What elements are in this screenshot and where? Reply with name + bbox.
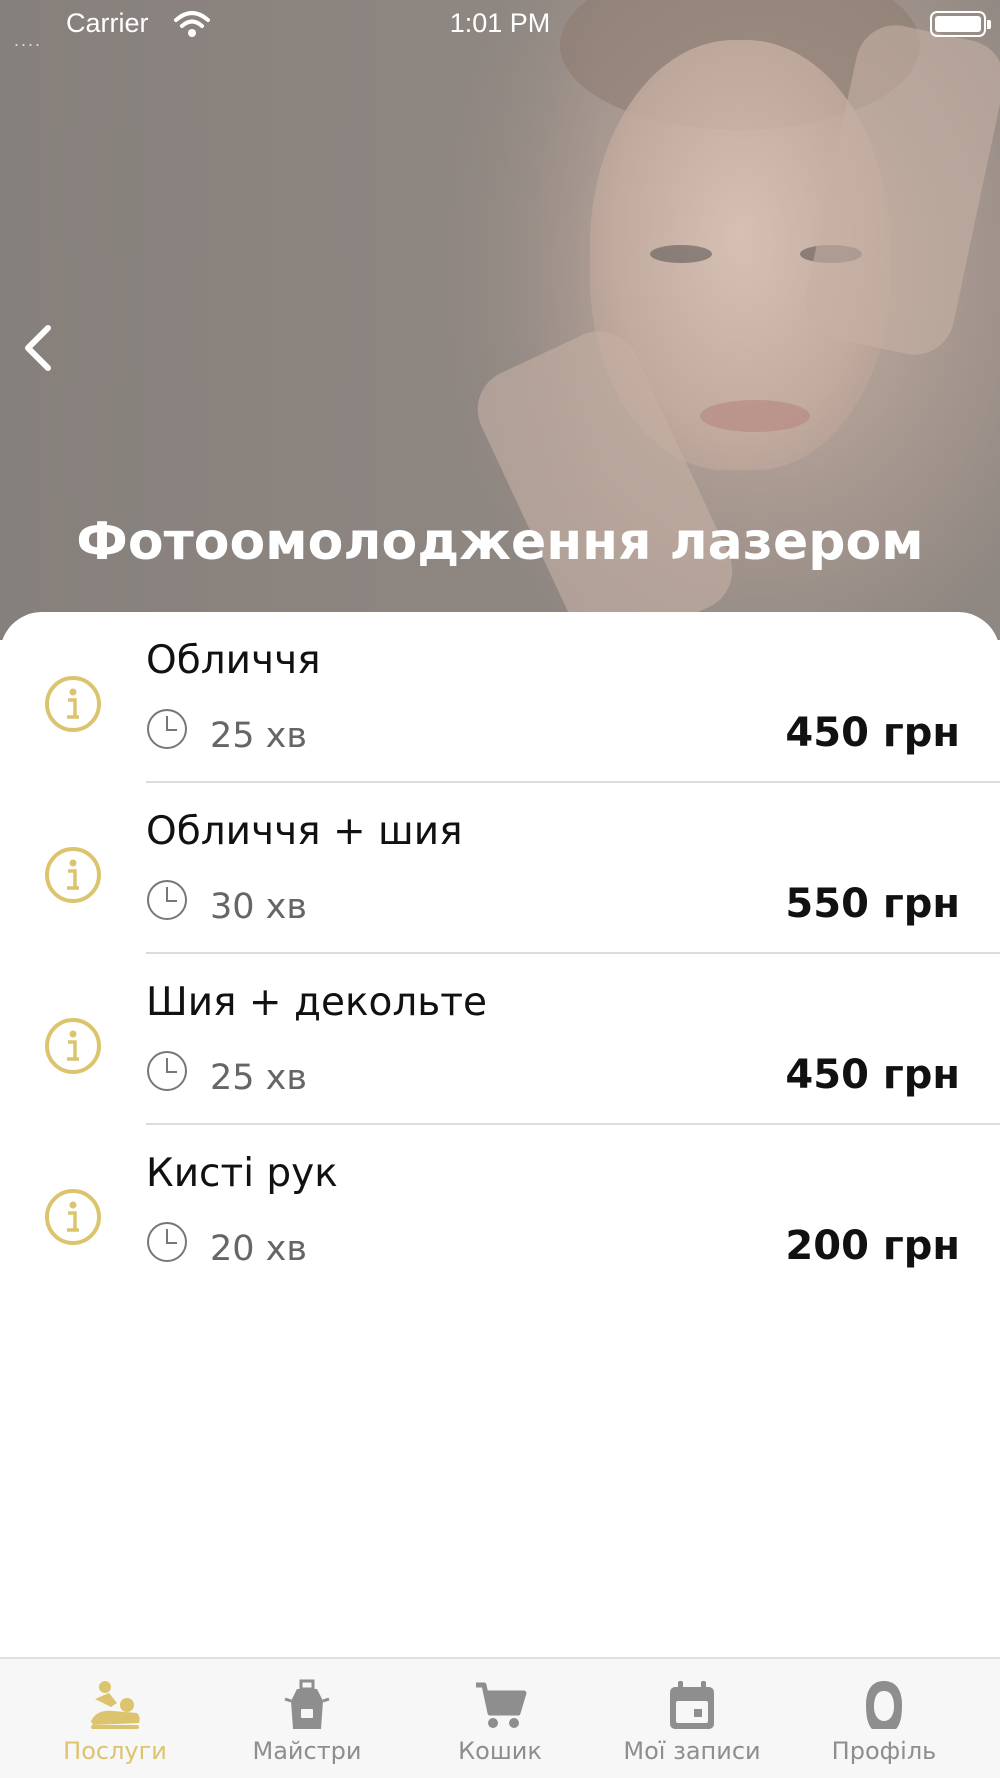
status-time: 1:01 PM xyxy=(449,8,551,38)
clock-icon xyxy=(147,709,187,749)
tab-label: Профіль xyxy=(831,1737,937,1765)
service-item[interactable]: Кисті рук 20 хв 200 грн xyxy=(0,1125,1000,1296)
info-icon[interactable] xyxy=(44,1017,102,1075)
service-price: 450 грн xyxy=(785,1052,960,1098)
service-name: Кисті рук xyxy=(146,1151,338,1196)
hero-banner: .... Carrier 1:01 PM Фотоомолодження лаз… xyxy=(0,0,1000,640)
service-name: Шия + декольте xyxy=(146,980,487,1025)
service-duration: 25 хв xyxy=(210,716,308,756)
hero-photo-lips xyxy=(700,400,810,432)
services-list: Обличчя 25 хв 450 грн Обличчя + шия 30 х… xyxy=(0,612,1000,1657)
service-item[interactable]: Обличчя + шия 30 хв 550 грн xyxy=(0,783,1000,954)
tab-label: Майстри xyxy=(252,1737,362,1765)
service-duration: 25 хв xyxy=(210,1058,308,1098)
tab-bar: Послуги Майстри Кошик Мої записи Профіль xyxy=(0,1657,1000,1778)
tab-my-bookings[interactable]: Мої записи xyxy=(592,1659,792,1778)
service-duration: 20 хв xyxy=(210,1229,308,1269)
back-chevron-icon[interactable] xyxy=(12,318,68,378)
cart-icon xyxy=(476,1682,527,1728)
info-icon[interactable] xyxy=(44,846,102,904)
hero-photo-eye-left xyxy=(650,245,712,263)
tab-profile[interactable]: Профіль xyxy=(784,1659,984,1778)
service-name: Обличчя xyxy=(146,638,321,683)
profile-icon xyxy=(866,1681,902,1729)
tab-cart[interactable]: Кошик xyxy=(400,1659,600,1778)
page-title: Фотоомолодження лазером xyxy=(76,512,924,572)
service-price: 550 грн xyxy=(785,881,960,927)
service-price: 450 грн xyxy=(785,710,960,756)
service-item[interactable]: Обличчя 25 хв 450 грн xyxy=(0,612,1000,783)
clock-icon xyxy=(147,1051,187,1091)
apron-icon xyxy=(284,1679,330,1729)
status-bar: .... Carrier 1:01 PM xyxy=(0,0,1000,50)
tab-services[interactable]: Послуги xyxy=(15,1659,215,1778)
service-price: 200 грн xyxy=(785,1223,960,1269)
tab-label: Послуги xyxy=(63,1737,167,1765)
clock-icon xyxy=(147,880,187,920)
tab-masters[interactable]: Майстри xyxy=(207,1659,407,1778)
service-duration: 30 хв xyxy=(210,887,308,927)
info-icon[interactable] xyxy=(44,675,102,733)
tab-label: Мої записи xyxy=(623,1737,761,1765)
massage-icon xyxy=(91,1681,140,1729)
info-icon[interactable] xyxy=(44,1188,102,1246)
clock-icon xyxy=(147,1222,187,1262)
calendar-icon xyxy=(670,1681,714,1729)
battery-icon xyxy=(930,11,991,37)
service-item[interactable]: Шия + декольте 25 хв 450 грн xyxy=(0,954,1000,1125)
tab-label: Кошик xyxy=(458,1737,542,1765)
service-name: Обличчя + шия xyxy=(146,809,463,854)
